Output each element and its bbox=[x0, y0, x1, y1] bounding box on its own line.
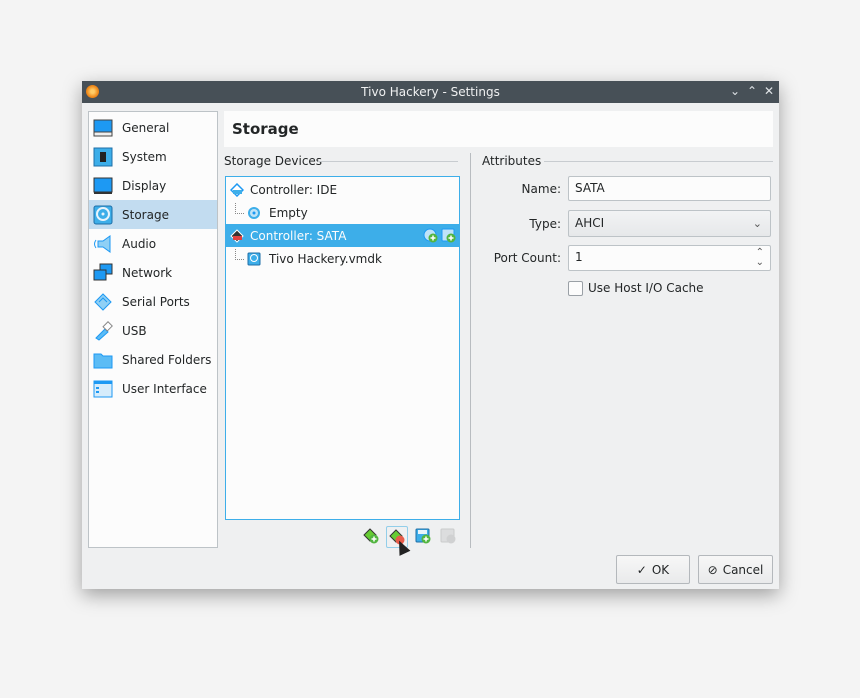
settings-sidebar: General System Display Storage Audio Net… bbox=[88, 111, 218, 548]
sidebar-item-network[interactable]: Network bbox=[89, 258, 217, 287]
maximize-icon[interactable]: ⌃ bbox=[747, 84, 757, 98]
sidebar-item-display[interactable]: Display bbox=[89, 171, 217, 200]
serial-ports-icon bbox=[93, 292, 113, 312]
title-bar[interactable]: Tivo Hackery - Settings ⌄ ⌃ ✕ bbox=[82, 81, 779, 103]
settings-window: Tivo Hackery - Settings ⌄ ⌃ ✕ General Sy… bbox=[82, 81, 779, 589]
optical-disc-icon bbox=[247, 206, 261, 220]
type-label: Type: bbox=[529, 217, 561, 231]
sidebar-item-usb[interactable]: USB bbox=[89, 316, 217, 345]
minimize-icon[interactable]: ⌄ bbox=[730, 84, 740, 98]
usb-icon bbox=[93, 320, 113, 341]
network-icon bbox=[93, 263, 113, 283]
chevron-down-icon: ⌄ bbox=[752, 217, 762, 230]
system-icon bbox=[93, 147, 113, 167]
tree-connector bbox=[235, 203, 244, 214]
storage-devices-title: Storage Devices bbox=[224, 154, 323, 168]
page-title: Storage bbox=[232, 120, 299, 138]
add-hard-disk-icon[interactable] bbox=[441, 228, 456, 246]
page-header: Storage bbox=[224, 111, 773, 147]
add-attachment-button[interactable] bbox=[414, 527, 432, 545]
storage-icon bbox=[93, 205, 113, 225]
controller-icon bbox=[230, 228, 244, 243]
port-count-label: Port Count: bbox=[493, 251, 561, 265]
tree-connector bbox=[235, 249, 244, 260]
hard-disk-icon bbox=[247, 252, 261, 266]
general-icon bbox=[93, 118, 113, 138]
tree-item-controller-sata[interactable]: Controller: SATA bbox=[226, 224, 459, 247]
user-interface-icon bbox=[93, 379, 113, 399]
close-icon[interactable]: ✕ bbox=[764, 84, 774, 98]
cancel-icon: ⊘ bbox=[707, 562, 718, 577]
sidebar-item-audio[interactable]: Audio bbox=[89, 229, 217, 258]
spin-down-icon[interactable]: ⌄ bbox=[756, 251, 764, 274]
sidebar-item-user-interface[interactable]: User Interface bbox=[89, 374, 217, 403]
storage-tree[interactable]: Controller: IDE Empty Controller: SATA T… bbox=[225, 176, 460, 520]
name-input[interactable]: SATA bbox=[568, 176, 771, 201]
attributes-title: Attributes bbox=[482, 154, 542, 168]
splitter[interactable] bbox=[470, 153, 471, 548]
tree-item-controller-ide[interactable]: Controller: IDE bbox=[226, 178, 459, 201]
sidebar-item-shared-folders[interactable]: Shared Folders bbox=[89, 345, 217, 374]
host-io-cache-label: Use Host I/O Cache bbox=[588, 281, 704, 295]
host-io-cache-checkbox[interactable] bbox=[568, 281, 583, 296]
add-controller-button[interactable] bbox=[362, 527, 380, 545]
add-optical-drive-icon[interactable] bbox=[423, 228, 438, 246]
remove-attachment-button[interactable] bbox=[439, 527, 457, 545]
audio-icon bbox=[93, 234, 113, 254]
controller-icon bbox=[229, 182, 245, 197]
divider bbox=[544, 161, 773, 162]
shared-folders-icon bbox=[93, 350, 113, 370]
name-label: Name: bbox=[521, 182, 561, 196]
port-count-spinbox[interactable]: 1 ⌃ ⌄ bbox=[568, 245, 771, 271]
sidebar-item-serial-ports[interactable]: Serial Ports bbox=[89, 287, 217, 316]
display-icon bbox=[93, 176, 113, 196]
sidebar-item-storage[interactable]: Storage bbox=[89, 200, 217, 229]
ok-button[interactable]: ✓ OK bbox=[616, 555, 690, 584]
tree-item-empty[interactable]: Empty bbox=[226, 201, 459, 224]
window-title: Tivo Hackery - Settings bbox=[361, 85, 500, 99]
divider bbox=[318, 161, 458, 162]
type-select[interactable]: AHCI ⌄ bbox=[568, 210, 771, 237]
tree-item-vmdk[interactable]: Tivo Hackery.vmdk bbox=[226, 247, 459, 270]
sidebar-item-general[interactable]: General bbox=[89, 113, 217, 142]
cancel-button[interactable]: ⊘ Cancel bbox=[698, 555, 773, 584]
checkmark-icon: ✓ bbox=[636, 562, 647, 577]
sidebar-item-system[interactable]: System bbox=[89, 142, 217, 171]
